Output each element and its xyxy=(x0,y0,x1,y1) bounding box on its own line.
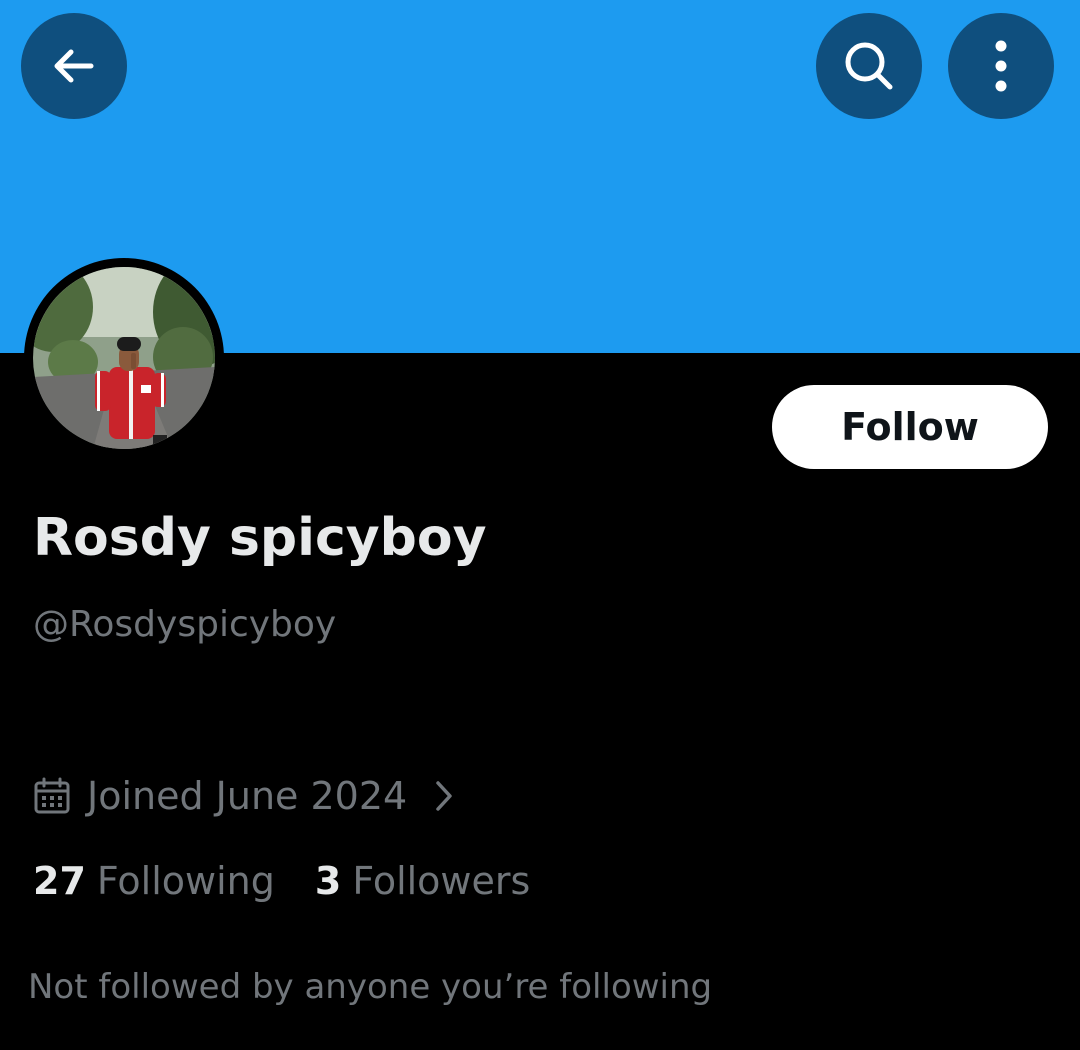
back-button[interactable] xyxy=(21,13,127,119)
search-icon xyxy=(841,38,897,94)
follow-button[interactable]: Follow xyxy=(772,385,1048,469)
mutual-followers-note: Not followed by anyone you’re following xyxy=(28,967,713,1007)
search-button[interactable] xyxy=(816,13,922,119)
following-count: 27 xyxy=(33,859,86,903)
following-stat[interactable]: 27 Following xyxy=(33,859,275,903)
joined-date: Joined June 2024 xyxy=(87,774,408,818)
chevron-right-icon xyxy=(436,781,452,811)
followers-label: Followers xyxy=(352,859,531,903)
joined-date-row[interactable]: Joined June 2024 xyxy=(33,768,459,824)
avatar-ring[interactable] xyxy=(24,258,224,458)
followers-stat[interactable]: 3 Followers xyxy=(315,859,530,903)
more-vertical-icon xyxy=(991,38,1011,94)
follow-stats: 27 Following 3 Followers xyxy=(33,853,530,909)
profile-handle: @Rosdyspicyboy xyxy=(33,604,337,645)
following-label: Following xyxy=(96,859,275,903)
arrow-left-icon xyxy=(49,41,99,91)
avatar[interactable] xyxy=(33,267,215,449)
followers-count: 3 xyxy=(314,859,342,903)
avatar-photo xyxy=(33,267,215,449)
more-options-button[interactable] xyxy=(948,13,1054,119)
display-name: Rosdy spicyboy xyxy=(33,508,487,568)
profile-page: Follow Rosdy spicyboy @Rosdyspicyboy Joi… xyxy=(0,0,1080,1050)
calendar-icon xyxy=(34,777,70,814)
